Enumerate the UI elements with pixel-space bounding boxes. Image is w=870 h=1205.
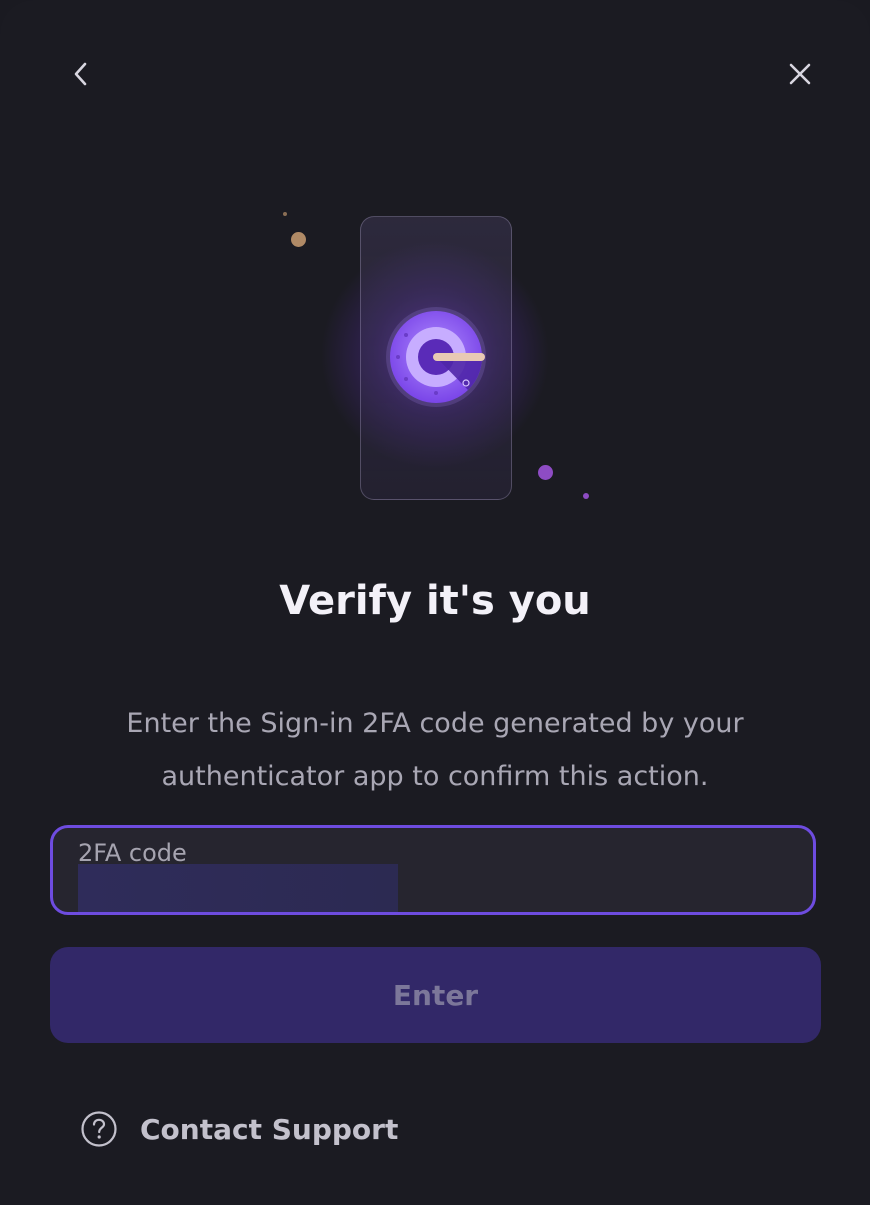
help-circle-icon: [81, 1111, 117, 1147]
close-icon: [789, 63, 811, 85]
decor-dot: [291, 232, 306, 247]
chevron-left-icon: [74, 62, 87, 86]
decor-dot: [538, 465, 553, 480]
enter-button[interactable]: Enter: [50, 947, 821, 1043]
contact-support-link[interactable]: Contact Support: [80, 1110, 398, 1148]
page-description: Enter the Sign-in 2FA code generated by …: [126, 708, 744, 792]
authenticator-illustration: [270, 200, 610, 520]
close-button[interactable]: [774, 48, 826, 100]
decor-dot: [583, 493, 589, 499]
2fa-code-field[interactable]: 2FA code: [50, 825, 816, 915]
contact-support-label: Contact Support: [140, 1112, 399, 1146]
page-title: Verify it's you: [279, 578, 591, 624]
2fa-code-input[interactable]: [78, 864, 398, 912]
verify-2fa-screen: Verify it's you Enter the Sign-in 2FA co…: [0, 0, 870, 1205]
back-button[interactable]: [55, 48, 107, 100]
2fa-code-label: 2FA code: [78, 839, 187, 867]
decor-dot: [283, 212, 287, 216]
authenticator-app-icon: [386, 307, 486, 407]
